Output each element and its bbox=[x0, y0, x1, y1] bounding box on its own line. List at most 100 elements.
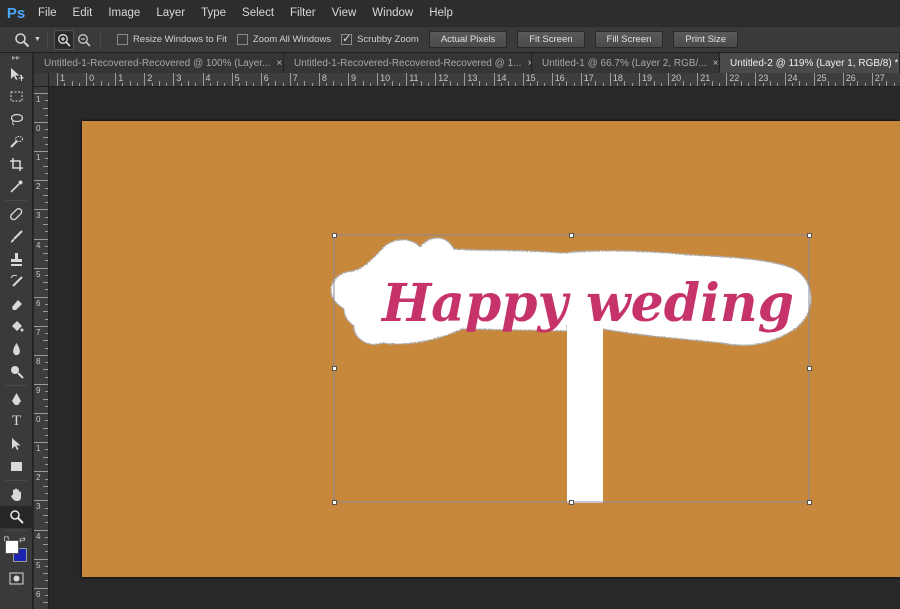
tool-preset-picker[interactable]: ▼ bbox=[14, 32, 41, 48]
ruler-minor-tick bbox=[45, 536, 48, 538]
ruler-label: 7 bbox=[292, 73, 298, 83]
ruler-label: 23 bbox=[758, 73, 769, 83]
ruler-minor-tick bbox=[187, 81, 189, 86]
ruler-minor-tick bbox=[43, 253, 48, 255]
resize-windows-checkbox[interactable] bbox=[116, 34, 128, 45]
close-icon[interactable]: × bbox=[713, 58, 719, 69]
ruler-minor-tick bbox=[43, 311, 48, 313]
menu-help[interactable]: Help bbox=[421, 0, 461, 26]
pen-tool-icon[interactable] bbox=[0, 388, 33, 411]
ruler-minor-tick bbox=[326, 83, 328, 86]
rectangle-tool-icon[interactable] bbox=[0, 456, 33, 479]
ruler-major-tick bbox=[697, 73, 699, 86]
document-canvas[interactable]: Happy weding bbox=[82, 121, 900, 577]
zoom-in-button[interactable] bbox=[53, 29, 74, 50]
ruler-major-tick bbox=[34, 180, 48, 182]
transform-handle-left[interactable] bbox=[332, 366, 337, 371]
lasso-tool-icon[interactable] bbox=[0, 108, 33, 131]
ruler-minor-tick bbox=[558, 83, 560, 86]
transform-handle-bottom[interactable] bbox=[569, 500, 574, 505]
ruler-major-tick bbox=[144, 73, 146, 86]
quick-mask-icon[interactable] bbox=[0, 567, 33, 590]
transform-handle-right[interactable] bbox=[807, 366, 812, 371]
zoom-all-windows-checkbox[interactable] bbox=[236, 34, 248, 45]
transform-handle-top-right[interactable] bbox=[807, 233, 812, 238]
blur-tool-icon[interactable] bbox=[0, 338, 33, 361]
transform-handle-bottom-right[interactable] bbox=[807, 500, 812, 505]
vertical-ruler[interactable]: 1 0 1 2 3 4 5 6 7 8 9 0 1 2 3 4 5 6 bbox=[34, 87, 49, 609]
ruler-origin[interactable] bbox=[34, 73, 49, 87]
chevron-down-icon: ▼ bbox=[34, 36, 41, 43]
ruler-minor-tick bbox=[769, 81, 771, 86]
history-brush-tool-icon[interactable] bbox=[0, 271, 33, 294]
menu-edit[interactable]: Edit bbox=[65, 0, 101, 26]
foreground-color-swatch[interactable] bbox=[5, 540, 19, 554]
document-tab[interactable]: Untitled-1 @ 66.7% (Layer 2, RGB/... × bbox=[532, 53, 720, 73]
zoom-all-windows-option[interactable]: Zoom All Windows bbox=[236, 34, 331, 45]
path-selection-tool-icon[interactable] bbox=[0, 433, 33, 456]
ruler-minor-tick bbox=[820, 83, 822, 86]
menu-view[interactable]: View bbox=[324, 0, 365, 26]
panel-collapse-icon[interactable]: ▸▸ bbox=[0, 53, 32, 63]
fit-screen-button[interactable]: Fit Screen bbox=[517, 31, 585, 48]
eraser-tool-icon[interactable] bbox=[0, 293, 33, 316]
menu-select[interactable]: Select bbox=[234, 0, 282, 26]
zoom-tool-icon[interactable] bbox=[0, 505, 33, 528]
ruler-major-tick bbox=[318, 73, 320, 86]
menu-file[interactable]: File bbox=[30, 0, 65, 26]
menu-image[interactable]: Image bbox=[100, 0, 148, 26]
swap-colors-icon[interactable]: ⇄ bbox=[19, 535, 26, 544]
crop-tool-icon[interactable] bbox=[0, 153, 33, 176]
hand-tool-icon[interactable] bbox=[0, 483, 33, 506]
ruler-minor-tick bbox=[297, 83, 299, 86]
ruler-minor-tick bbox=[500, 83, 502, 86]
ruler-major-tick bbox=[34, 442, 48, 444]
actual-pixels-button[interactable]: Actual Pixels bbox=[428, 31, 508, 48]
dodge-tool-icon[interactable] bbox=[0, 361, 33, 384]
zoom-out-button[interactable] bbox=[74, 30, 94, 50]
ruler-major-tick bbox=[34, 93, 48, 94]
document-tab-active[interactable]: Untitled-2 @ 119% (Layer 1, RGB/8) * bbox=[720, 53, 900, 73]
ruler-major-tick bbox=[34, 384, 48, 385]
fill-screen-button[interactable]: Fill Screen bbox=[594, 31, 664, 48]
menu-window[interactable]: Window bbox=[364, 0, 421, 26]
quick-selection-tool-icon[interactable] bbox=[0, 131, 33, 154]
scrubby-zoom-checkbox[interactable] bbox=[341, 32, 353, 45]
menu-type[interactable]: Type bbox=[193, 0, 234, 26]
print-size-button[interactable]: Print Size bbox=[673, 31, 739, 48]
menu-layer[interactable]: Layer bbox=[148, 0, 193, 26]
paint-bucket-tool-icon[interactable] bbox=[0, 316, 33, 339]
ruler-minor-tick bbox=[43, 398, 48, 400]
type-tool-icon[interactable]: T bbox=[0, 411, 33, 434]
ruler-minor-tick bbox=[151, 83, 153, 86]
transform-handle-top[interactable] bbox=[569, 233, 574, 238]
ruler-minor-tick bbox=[333, 81, 335, 86]
ruler-minor-tick bbox=[158, 81, 160, 86]
ruler-minor-tick bbox=[195, 83, 197, 86]
document-tab[interactable]: Untitled-1-Recovered-Recovered @ 100% (L… bbox=[34, 53, 284, 73]
close-icon[interactable]: × bbox=[276, 58, 282, 69]
canvas-workspace[interactable]: Happy weding bbox=[49, 88, 900, 609]
ruler-major-tick bbox=[34, 238, 48, 240]
ruler-label: 5 bbox=[36, 560, 41, 570]
transform-handle-top-left[interactable] bbox=[332, 233, 337, 238]
ruler-minor-tick bbox=[93, 83, 95, 86]
move-tool-icon[interactable] bbox=[0, 63, 33, 86]
brush-tool-icon[interactable] bbox=[0, 226, 33, 249]
eyedropper-tool-icon[interactable] bbox=[0, 176, 33, 199]
menu-filter[interactable]: Filter bbox=[282, 0, 324, 26]
horizontal-ruler[interactable]: 1 0 1 2 3 4 5 6 7 8 9 10 11 12 13 14 15 16 17 18 19 20 21 22 23 2… bbox=[49, 73, 900, 87]
ruler-minor-tick bbox=[886, 81, 888, 86]
scrubby-zoom-option[interactable]: Scrubby Zoom bbox=[341, 32, 419, 45]
clone-stamp-tool-icon[interactable] bbox=[0, 248, 33, 271]
transform-handle-bottom-left[interactable] bbox=[332, 500, 337, 505]
document-tab[interactable]: Untitled-1-Recovered-Recovered-Recovered… bbox=[284, 53, 532, 73]
marquee-tool-icon[interactable] bbox=[0, 86, 33, 109]
ruler-major-tick bbox=[34, 471, 48, 473]
ruler-minor-tick bbox=[704, 83, 706, 86]
ruler-label: 10 bbox=[380, 73, 391, 83]
resize-windows-option[interactable]: Resize Windows to Fit bbox=[116, 34, 227, 45]
ruler-minor-tick bbox=[740, 81, 742, 86]
layer-artwork[interactable]: Happy weding bbox=[82, 121, 900, 577]
healing-brush-tool-icon[interactable] bbox=[0, 203, 33, 226]
